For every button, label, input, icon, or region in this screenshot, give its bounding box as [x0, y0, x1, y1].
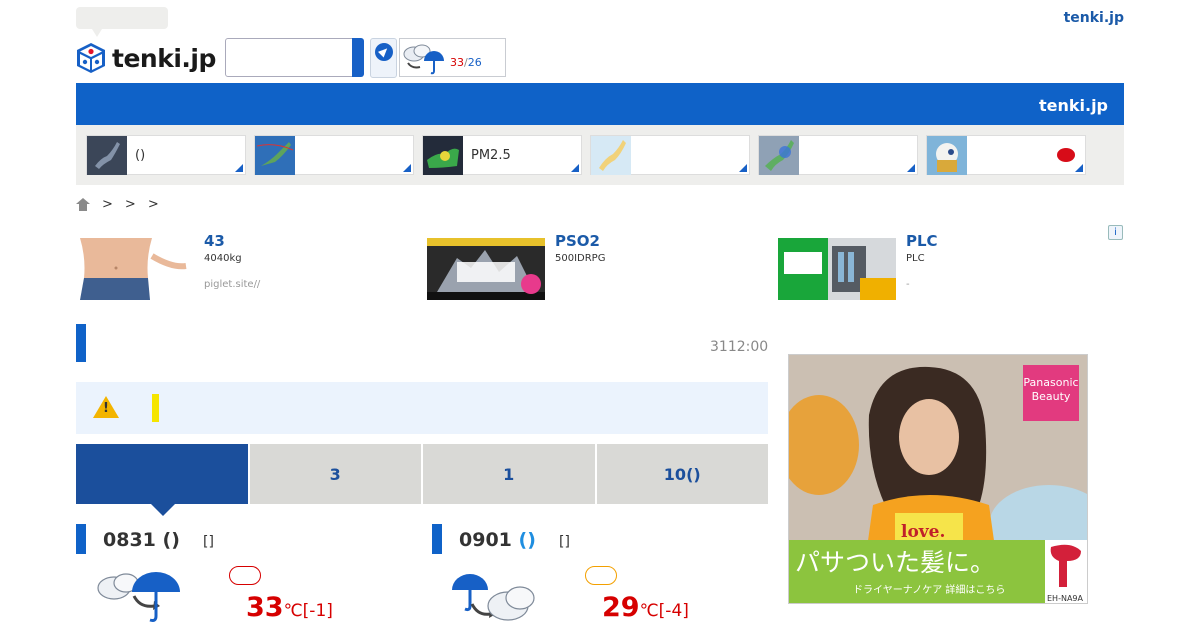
corner-arrow-icon	[907, 164, 915, 172]
ad-image-waist	[76, 238, 194, 300]
day-forecast-tomorrow: 0901 () [] 29℃[-4]	[432, 524, 762, 630]
ad-brand: Panasonic Beauty	[1023, 376, 1078, 403]
ad-panasonic-banner[interactable]: love. Panasonic Beauty パサついた髪に。 ドライヤーナノケア…	[788, 354, 1088, 604]
corner-arrow-icon	[739, 164, 747, 172]
logo-text: tenki.jp	[112, 43, 216, 73]
day-high-temp: 33℃[-1]	[246, 592, 333, 623]
day-label-pill	[585, 566, 617, 585]
breadcrumb-separator: >	[147, 197, 159, 212]
site-logo[interactable]: tenki.jp	[76, 42, 216, 74]
breadcrumb-separator: >	[124, 197, 136, 212]
tile-japan-light-map[interactable]	[590, 135, 750, 175]
day-date: 0831 ()	[103, 529, 180, 551]
tile-weather-chart[interactable]	[254, 135, 414, 175]
tab-3-hourly[interactable]: 3	[249, 444, 421, 504]
ad-description: PLC	[906, 253, 925, 264]
day-date: 0901 ()	[459, 529, 536, 551]
tile-japan-map[interactable]: ()	[86, 135, 246, 175]
ad-description: 4040kg	[204, 253, 242, 264]
weather-chart-thumb	[255, 136, 295, 175]
location-button[interactable]	[370, 38, 397, 78]
ad-pso2[interactable]: PSO2 500IDRPG	[427, 232, 767, 302]
warning-level-marker	[152, 394, 159, 422]
forecast-tabs: 3 1 10()	[76, 444, 768, 516]
tab-today-tomorrow[interactable]	[76, 444, 248, 516]
shirt-text: love.	[901, 522, 945, 542]
ad-banner-art: love. Panasonic Beauty パサついた髪に。 ドライヤーナノケア…	[789, 355, 1087, 603]
tab-10-day[interactable]: 10()	[596, 444, 768, 504]
ad-model: EH-NA9A	[1047, 594, 1084, 603]
day-label-pill	[229, 566, 261, 585]
tile-label: ()	[135, 148, 146, 163]
radar-map-thumb	[759, 136, 799, 175]
warning-bar[interactable]	[76, 382, 768, 434]
announcement-time: 3112:00	[710, 339, 769, 355]
pm25-map-thumb	[423, 136, 463, 175]
location-arrow-icon	[374, 43, 393, 61]
kids-character-thumb	[927, 136, 967, 175]
breadcrumb: > > >	[76, 197, 159, 212]
home-icon[interactable]	[76, 198, 90, 211]
ad-image-game	[427, 238, 545, 300]
tile-kids[interactable]	[926, 135, 1086, 175]
cloud-rain-icon	[403, 44, 444, 74]
day-marker	[432, 524, 442, 554]
corner-arrow-icon	[571, 164, 579, 172]
day-bracket: []	[203, 534, 214, 550]
corner-arrow-icon	[235, 164, 243, 172]
search-input[interactable]	[225, 38, 353, 77]
ad-headline: 43	[204, 232, 225, 250]
rain-then-cloud-icon	[452, 574, 535, 621]
top-site-link[interactable]: tenki.jp	[1064, 10, 1124, 26]
mini-temps: 33/26	[450, 56, 482, 69]
tile-radar[interactable]	[758, 135, 918, 175]
map-tiles-row: () PM2.5	[76, 125, 1124, 185]
day-forecast-today: 0831 () [] 33℃[-1]	[76, 524, 406, 630]
day-bracket: []	[559, 534, 570, 550]
tile-label: PM2.5	[471, 148, 511, 163]
ad-source: -	[906, 279, 910, 290]
japan-light-map-thumb	[591, 136, 631, 175]
corner-arrow-icon	[403, 164, 411, 172]
ad-slogan: パサついた髪に。	[795, 548, 995, 577]
section-heading-marker	[76, 324, 86, 362]
ad-info-icon[interactable]: i	[1108, 225, 1123, 240]
warning-icon	[93, 396, 119, 418]
nav-bar-title[interactable]: tenki.jp	[1039, 96, 1108, 115]
ad-description: 500IDRPG	[555, 253, 606, 264]
ad-diet[interactable]: 43 4040kg piglet.site//	[76, 232, 416, 302]
tab-1-hourly[interactable]: 1	[423, 444, 595, 504]
speech-bubble	[76, 7, 168, 37]
ad-headline: PLC	[906, 232, 938, 250]
global-nav-bar: tenki.jp	[76, 83, 1124, 125]
tile-pm25[interactable]: PM2.5	[422, 135, 582, 175]
ad-sub: ドライヤーナノケア 詳細はこちら	[853, 583, 1005, 596]
search-button[interactable]	[352, 38, 364, 77]
japan-dark-map-thumb	[87, 136, 127, 175]
breadcrumb-separator: >	[102, 197, 113, 212]
logo-cube-icon	[77, 43, 105, 73]
current-forecast-widget[interactable]: 33/26	[399, 38, 506, 77]
cloud-then-rain-icon	[97, 572, 180, 622]
ad-image-plc	[778, 238, 896, 300]
ad-source: piglet.site//	[204, 279, 261, 290]
ad-plc[interactable]: PLC PLC -	[778, 232, 1118, 302]
ad-headline: PSO2	[555, 232, 600, 250]
corner-arrow-icon	[1075, 164, 1083, 172]
day-marker	[76, 524, 86, 554]
japan-flag-icon	[1057, 148, 1075, 162]
day-high-temp: 29℃[-4]	[602, 592, 689, 623]
